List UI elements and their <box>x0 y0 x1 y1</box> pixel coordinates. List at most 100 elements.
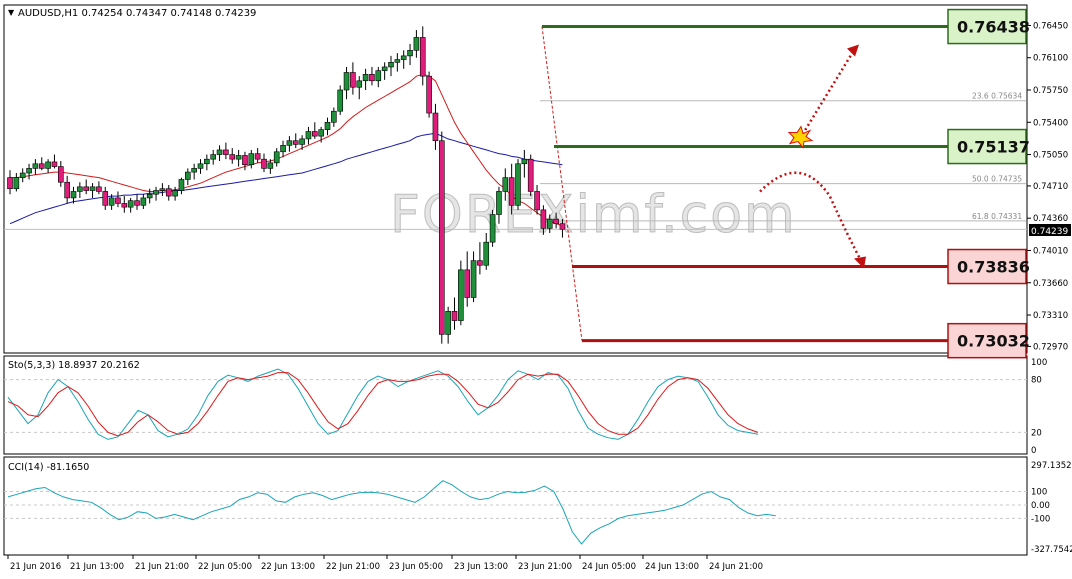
candle-bull <box>502 177 509 192</box>
candle-bull <box>375 70 382 82</box>
time-tick-label: 23 Jun 13:00 <box>454 562 508 572</box>
candle-bear <box>508 177 515 206</box>
candle-bear <box>350 72 356 88</box>
resistance-label: 0.75137 <box>957 138 1030 157</box>
candle-bull <box>197 163 204 169</box>
candle-bear <box>115 197 121 204</box>
price-tick-label: 0.72970 <box>1033 342 1068 352</box>
time-tick-label: 24 Jun 05:00 <box>582 562 636 572</box>
candle-bull <box>483 241 490 266</box>
candle-bull <box>273 151 280 164</box>
price-tick-label: 0.75400 <box>1033 118 1068 128</box>
time-tick-label: 24 Jun 13:00 <box>645 562 699 572</box>
stoch-tick-label: 100 <box>1031 358 1047 368</box>
cci-tick-label: 0.00 <box>1031 501 1050 511</box>
candle-bull <box>13 177 20 189</box>
candle-bear <box>419 37 426 77</box>
time-tick-label: 24 Jun 21:00 <box>709 562 763 572</box>
candle-bull <box>108 197 115 206</box>
candle-bull <box>235 155 242 160</box>
time-tick-label: 23 Jun 21:00 <box>518 562 572 572</box>
candle-bull <box>356 80 363 88</box>
candle-bull <box>248 153 255 166</box>
cci-panel <box>3 456 1028 556</box>
candle-bear <box>559 223 566 230</box>
candle-bear <box>534 191 540 211</box>
candle-bear <box>369 74 375 82</box>
candle-bull <box>280 145 286 153</box>
candle-bull <box>299 138 305 145</box>
stoch-tick-label: 80 <box>1031 376 1042 386</box>
candle-bull <box>146 193 153 199</box>
candle-bull <box>19 172 26 178</box>
candle-bull <box>489 214 496 243</box>
candle-bull <box>458 269 464 321</box>
time-tick-label: 21 Jun 21:00 <box>135 562 189 572</box>
time-tick-label: 22 Jun 21:00 <box>326 562 380 572</box>
candle-bull <box>496 191 502 215</box>
candle-bear <box>242 155 248 166</box>
price-tick-label: 0.74010 <box>1033 246 1068 256</box>
candle-bear <box>464 269 471 298</box>
symbol-header: AUDUSD,H1 0.74254 0.74347 0.74148 0.7423… <box>18 8 256 19</box>
price-tick-label: 0.76100 <box>1033 54 1068 64</box>
candle-bull <box>413 37 420 51</box>
candle-bear <box>292 140 299 145</box>
support-label: 0.73032 <box>957 332 1030 351</box>
candle-bear <box>134 200 140 206</box>
dropdown-triangle-icon[interactable]: ▼ <box>8 8 15 17</box>
price-tick-label: 0.74360 <box>1033 214 1068 224</box>
candle-bear <box>165 188 172 197</box>
current-price-value: 0.74239 <box>1031 227 1068 237</box>
cci-tick-label: -327.7542 <box>1031 545 1072 555</box>
support-label: 0.73836 <box>957 258 1030 277</box>
current-price-tag: 0.74239 <box>1029 224 1071 237</box>
candle-bull <box>407 50 413 57</box>
price-tick-label: 0.74710 <box>1033 182 1068 192</box>
candle-bull <box>32 163 39 169</box>
stoch-tick-label: 0 <box>1031 446 1036 456</box>
time-tick-label: 21 Jun 13:00 <box>70 562 124 572</box>
candle-bear <box>426 75 432 114</box>
candle-bull <box>286 140 293 146</box>
candle-bear <box>527 158 534 192</box>
candle-bull <box>26 168 32 174</box>
candle-bear <box>451 311 458 321</box>
time-tick-label: 21 Jun 2016 <box>10 562 61 572</box>
candle-bull <box>381 66 388 71</box>
price-tick-label: 0.76450 <box>1033 21 1068 31</box>
chart-canvas: FOREXimf.com 23.6 0.75634 50.0 0.74735 61.… <box>3 4 1072 572</box>
cci-tick-label: 100 <box>1031 487 1047 497</box>
candle-bull <box>191 168 197 173</box>
candle-bear <box>121 203 128 208</box>
candle-bull <box>305 131 312 140</box>
candle-bear <box>229 154 236 160</box>
candle-bear <box>57 166 64 183</box>
fib-label: 23.6 0.75634 <box>972 92 1022 101</box>
fib-label: 50.0 0.74735 <box>972 175 1022 184</box>
price-tick-label: 0.75750 <box>1033 86 1068 96</box>
price-tick-label: 0.75050 <box>1033 151 1068 161</box>
candle-bull <box>89 186 96 191</box>
time-tick-label: 23 Jun 05:00 <box>389 562 443 572</box>
candle-bear <box>7 177 13 189</box>
candle-bull <box>153 190 159 195</box>
cci-tick-label: -100 <box>1031 514 1050 524</box>
candle-bear <box>223 149 229 155</box>
candle-bull <box>140 197 147 206</box>
candle-bear <box>96 186 102 192</box>
stochastic-label: Sto(5,3,3) 18.8937 20.2162 <box>8 360 140 371</box>
price-tick-label: 0.73660 <box>1033 279 1068 289</box>
stochastic-panel <box>3 355 1028 455</box>
candle-bear <box>477 260 483 266</box>
candle-bull <box>77 186 83 192</box>
candle-bear <box>438 140 445 335</box>
candle-bear <box>432 112 439 142</box>
candle-bull <box>70 191 77 199</box>
cci-tick-label: 297.1352 <box>1031 461 1072 471</box>
candle-bull <box>185 171 191 180</box>
candle-bull <box>45 161 51 169</box>
candle-bull <box>362 74 369 82</box>
candle-bull <box>331 110 337 123</box>
cci-label: CCI(14) -81.1650 <box>8 462 89 473</box>
